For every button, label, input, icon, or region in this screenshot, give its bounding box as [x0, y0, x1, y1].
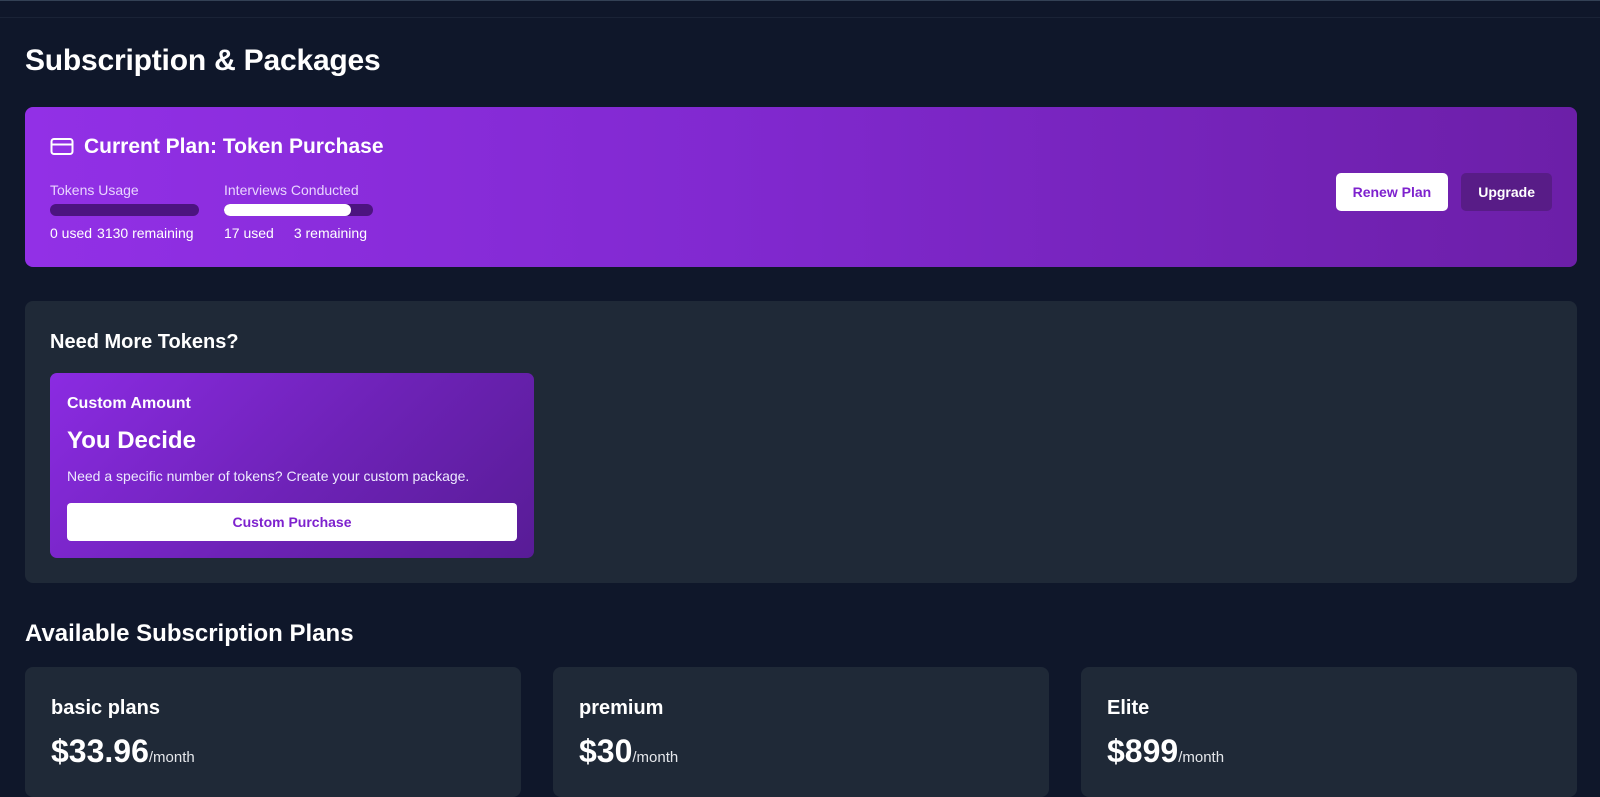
page-title: Subscription & Packages	[25, 44, 381, 77]
available-plans-heading: Available Subscription Plans	[25, 620, 354, 647]
tokens-usage: Tokens Usage 0 used 3130 remaining	[50, 182, 200, 241]
plan-card-premium[interactable]: premium $30 /month	[553, 667, 1049, 797]
plan-price-period: /month	[148, 749, 195, 766]
plan-price-period: /month	[632, 749, 679, 766]
custom-amount-headline: You Decide	[67, 427, 196, 454]
plan-name: Elite	[1107, 697, 1150, 719]
tokens-progress-bar	[50, 204, 199, 216]
custom-amount-description: Need a specific number of tokens? Create…	[67, 468, 470, 484]
plan-price-amount: $30	[579, 733, 633, 769]
interviews-progress-fill	[224, 204, 351, 216]
top-bar	[0, 0, 1600, 18]
custom-amount-label: Custom Amount	[67, 395, 191, 412]
plan-price: $30 /month	[579, 733, 678, 770]
plan-price-amount: $33.96	[51, 733, 149, 769]
custom-purchase-button[interactable]: Custom Purchase	[67, 503, 517, 541]
tokens-used: 0 used	[50, 225, 93, 241]
plan-card-elite[interactable]: Elite $899 /month	[1081, 667, 1577, 797]
plan-price: $33.96 /month	[51, 733, 195, 770]
current-plan-card: Current Plan: Token Purchase Tokens Usag…	[25, 107, 1577, 267]
need-more-tokens-heading: Need More Tokens?	[50, 331, 239, 353]
plan-price: $899 /month	[1107, 733, 1224, 770]
current-plan-title: Current Plan: Token Purchase	[84, 135, 384, 158]
interviews-usage-stats: 17 used 3 remaining	[224, 225, 374, 241]
plan-card-basic[interactable]: basic plans $33.96 /month	[25, 667, 521, 797]
tokens-usage-stats: 0 used 3130 remaining	[50, 225, 200, 241]
tokens-remaining: 3130 remaining	[97, 225, 194, 241]
interviews-used: 17 used	[224, 225, 274, 241]
credit-card-icon	[50, 137, 74, 157]
upgrade-button[interactable]: Upgrade	[1461, 173, 1552, 211]
renew-plan-button[interactable]: Renew Plan	[1335, 173, 1449, 211]
plan-actions: Renew Plan Upgrade	[1335, 173, 1552, 211]
interviews-usage-label: Interviews Conducted	[224, 182, 359, 198]
plan-name: premium	[579, 697, 664, 719]
plan-price-period: /month	[1178, 749, 1225, 766]
plan-price-amount: $899	[1107, 733, 1179, 769]
interviews-progress-bar	[224, 204, 373, 216]
interviews-usage: Interviews Conducted 17 used 3 remaining	[224, 182, 374, 241]
current-plan-header: Current Plan: Token Purchase	[50, 135, 384, 159]
custom-amount-card: Custom Amount You Decide Need a specific…	[50, 373, 534, 558]
tokens-usage-label: Tokens Usage	[50, 182, 139, 198]
interviews-remaining: 3 remaining	[293, 225, 367, 241]
plan-name: basic plans	[51, 697, 160, 719]
need-more-tokens-panel: Need More Tokens? Custom Amount You Deci…	[25, 301, 1577, 583]
